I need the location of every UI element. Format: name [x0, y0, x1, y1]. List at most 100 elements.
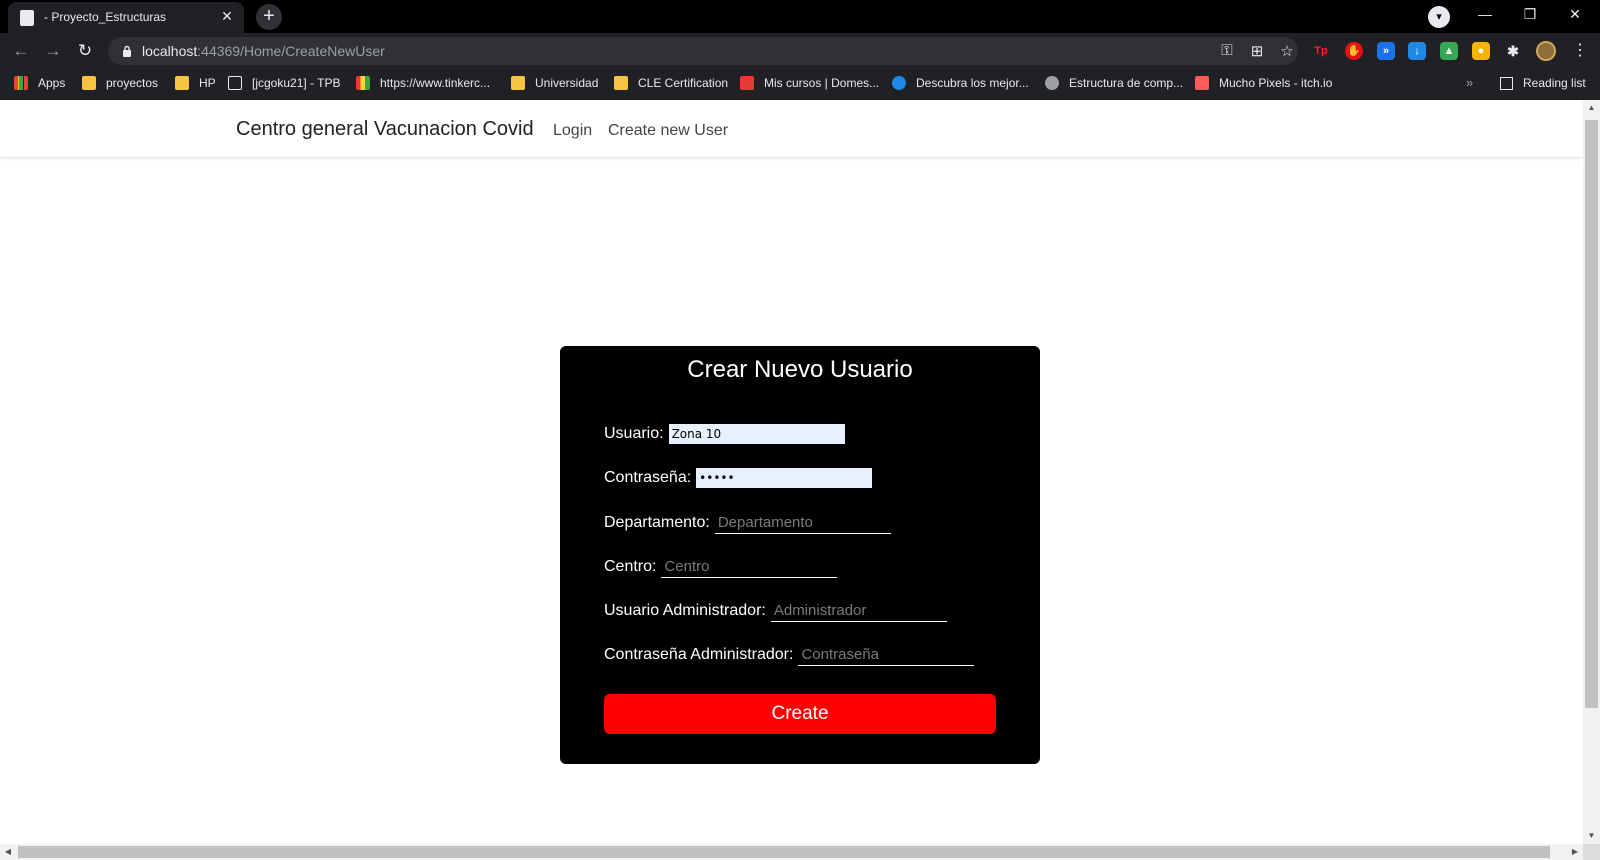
page-content: Centro general Vacunacion Covid Login Cr…	[0, 100, 1583, 844]
bookmark-descubra[interactable]: Descubra los mejor...	[892, 76, 1029, 90]
tinkercad-icon	[356, 76, 370, 90]
folder-icon	[614, 76, 628, 90]
folder-icon	[175, 76, 189, 90]
bookmark-itch[interactable]: Mucho Pixels - itch.io	[1195, 76, 1332, 90]
centro-input[interactable]	[661, 556, 838, 578]
nav-link-create-user[interactable]: Create new User	[608, 122, 728, 140]
bookmark-proyectos[interactable]: proyectos	[82, 76, 158, 90]
bookmark-label: CLE Certification	[638, 76, 729, 90]
url-text[interactable]: localhost:44369/Home/CreateNewUser	[142, 43, 385, 59]
bookmark-apps[interactable]: Apps	[14, 76, 65, 90]
create-button[interactable]: Create	[604, 694, 996, 734]
bookmark-hp[interactable]: HP	[175, 76, 216, 90]
usuario-label: Usuario:	[604, 425, 664, 442]
folder-icon	[511, 76, 525, 90]
restore-button[interactable]: ❐	[1515, 6, 1545, 23]
bookmark-tinkercad[interactable]: https://www.tinkerc...	[356, 76, 490, 90]
horizontal-scrollbar[interactable]: ◀ ▶	[0, 844, 1583, 860]
bookmark-domestika[interactable]: Mis cursos | Domes...	[740, 76, 879, 90]
bookmark-label: Descubra los mejor...	[916, 76, 1029, 90]
admin-pass-input[interactable]	[798, 644, 975, 666]
lock-icon[interactable]	[122, 45, 132, 57]
minimize-button[interactable]: —	[1470, 6, 1500, 22]
reading-list-icon	[1500, 76, 1513, 90]
reload-button[interactable]: ↻	[74, 40, 96, 62]
nav-link-login[interactable]: Login	[553, 122, 592, 140]
usuario-row: Usuario: Zona 10	[604, 424, 845, 444]
horizontal-scroll-thumb[interactable]	[18, 846, 1550, 858]
bookmark-label: https://www.tinkerc...	[380, 76, 491, 90]
contrasena-row: Contraseña: •••••	[604, 468, 873, 488]
form-title: Crear Nuevo Usuario	[687, 356, 913, 383]
tpb-icon	[228, 76, 242, 90]
reading-list-button[interactable]: Reading list	[1500, 76, 1586, 90]
puzzle-icon[interactable]: ✱	[1504, 42, 1522, 60]
bookmark-cle[interactable]: CLE Certification	[614, 76, 728, 90]
tab-title: - Proyecto_Estructuras	[44, 10, 167, 24]
departamento-label: Departamento:	[604, 514, 710, 531]
bookmark-label: Mucho Pixels - itch.io	[1219, 76, 1333, 90]
site-brand[interactable]: Centro general Vacunacion Covid	[236, 118, 534, 141]
bookmark-universidad[interactable]: Universidad	[511, 76, 598, 90]
bookmark-label: proyectos	[106, 76, 159, 90]
bookmarks-bar: Apps proyectos HP [jcgoku21] - TPB https…	[0, 69, 1600, 100]
close-window-button[interactable]: ✕	[1560, 6, 1590, 23]
admin-user-label: Usuario Administrador:	[604, 602, 766, 619]
contrasena-label: Contraseña:	[604, 469, 692, 486]
address-bar[interactable]: localhost:44369/Home/CreateNewUser ⚿ ⊞ ☆	[108, 37, 1298, 65]
profile-avatar[interactable]	[1536, 41, 1556, 61]
usuario-input[interactable]: Zona 10	[668, 424, 845, 444]
download-ext-icon[interactable]: ↓	[1408, 42, 1426, 60]
adblock-icon[interactable]: ✋	[1345, 42, 1363, 60]
admin-user-input[interactable]	[770, 600, 947, 622]
browser-tab-bar: - Proyecto_Estructuras ✕ + ▾ — ❐ ✕	[0, 0, 1600, 33]
tp-ext-icon[interactable]: Tp	[1312, 42, 1330, 60]
back-button[interactable]: ←	[10, 40, 32, 62]
bookmark-label: Apps	[38, 76, 66, 90]
more-bookmarks-icon[interactable]: »	[1466, 75, 1473, 90]
scroll-down-icon[interactable]: ▼	[1583, 828, 1600, 844]
apps-grid-icon	[14, 76, 28, 90]
browser-toolbar: ← → ↻ localhost:44369/Home/CreateNewUser…	[0, 33, 1600, 69]
contrasena-input[interactable]: •••••	[696, 468, 873, 488]
menu-kebab-icon[interactable]: ⋮	[1572, 40, 1588, 60]
key-icon[interactable]: ⚿	[1218, 42, 1236, 59]
tab-close-icon[interactable]: ✕	[218, 7, 236, 25]
bookmark-label: Estructura de comp...	[1069, 76, 1184, 90]
bookmark-label: Mis cursos | Domes...	[764, 76, 880, 90]
departamento-input[interactable]	[714, 512, 891, 534]
centro-row: Centro:	[604, 556, 838, 578]
itch-icon	[1195, 76, 1209, 90]
bookmark-label: HP	[199, 76, 216, 90]
translate-icon[interactable]: ⊞	[1248, 42, 1266, 60]
globe-s-icon	[892, 76, 906, 90]
admin-user-row: Usuario Administrador:	[604, 600, 947, 622]
admin-pass-row: Contraseña Administrador:	[604, 644, 975, 666]
bookmark-tpb[interactable]: [jcgoku21] - TPB	[228, 76, 341, 90]
reading-list-label: Reading list	[1523, 76, 1586, 90]
create-user-card: Crear Nuevo Usuario Usuario: Zona 10 Con…	[560, 346, 1040, 764]
admin-pass-label: Contraseña Administrador:	[604, 646, 794, 663]
forward-button[interactable]: →	[42, 40, 64, 62]
vertical-scrollbar[interactable]: ▲ ▼	[1583, 100, 1600, 844]
folder-icon	[82, 76, 96, 90]
bookmark-label: Universidad	[535, 76, 599, 90]
scroll-up-icon[interactable]: ▲	[1583, 100, 1600, 116]
tab-search-icon[interactable]: ▾	[1428, 6, 1450, 28]
new-tab-button[interactable]: +	[256, 4, 282, 30]
drive-ext-icon[interactable]: ▲	[1440, 42, 1458, 60]
domestika-icon	[740, 76, 754, 90]
page-favicon-icon	[20, 10, 34, 26]
star-icon[interactable]: ☆	[1278, 42, 1296, 60]
browser-tab[interactable]: - Proyecto_Estructuras ✕	[8, 2, 244, 33]
scrollbar-corner	[1583, 844, 1600, 860]
departamento-row: Departamento:	[604, 512, 891, 534]
scroll-left-icon[interactable]: ◀	[0, 844, 16, 860]
centro-label: Centro:	[604, 558, 657, 575]
forward-ext-icon[interactable]: »	[1377, 42, 1395, 60]
bookmark-estructura[interactable]: Estructura de comp...	[1045, 76, 1183, 90]
scroll-right-icon[interactable]: ▶	[1567, 844, 1583, 860]
vertical-scroll-thumb[interactable]	[1585, 120, 1598, 708]
globe-icon	[1045, 76, 1059, 90]
hangouts-ext-icon[interactable]: ●	[1472, 42, 1490, 60]
